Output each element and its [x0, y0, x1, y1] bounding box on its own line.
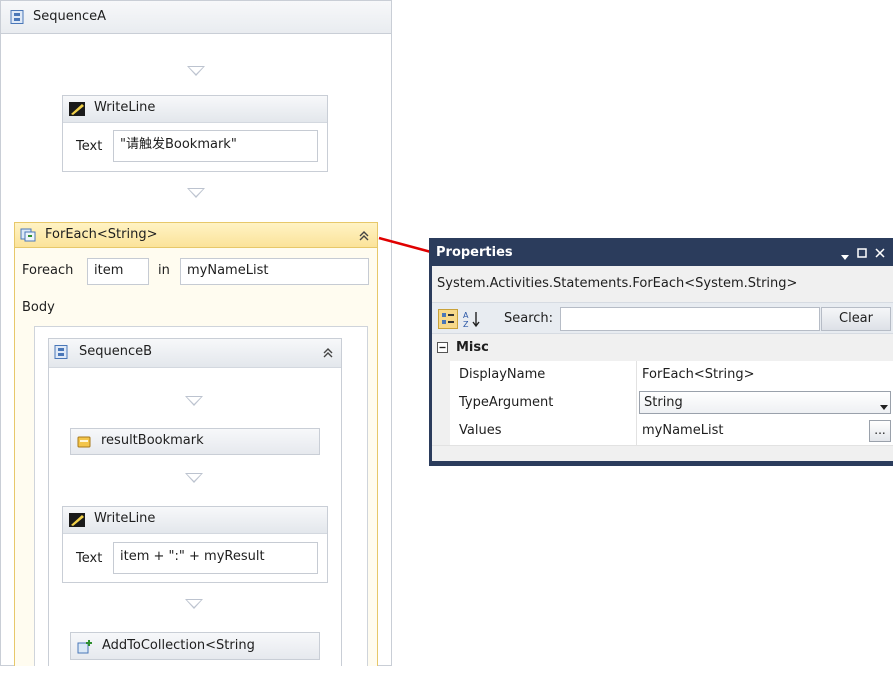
sequence-b-container[interactable]: SequenceB — [48, 338, 342, 666]
property-name: TypeArgument — [459, 395, 554, 410]
type-argument-value: String — [644, 395, 683, 410]
property-name: DisplayName — [459, 367, 546, 382]
maximize-icon[interactable] — [857, 247, 867, 258]
search-input[interactable] — [560, 307, 820, 331]
foreach-values-input[interactable]: myNameList — [180, 258, 369, 285]
property-name: Values — [459, 423, 502, 438]
add-to-collection-icon — [77, 639, 93, 654]
result-bookmark-activity[interactable]: resultBookmark — [70, 428, 320, 455]
dropdown-icon[interactable] — [841, 250, 849, 260]
foreach-in-label: in — [158, 263, 170, 278]
writeline-icon — [69, 102, 85, 116]
categorized-icon[interactable] — [438, 309, 458, 329]
sequence-a-header[interactable]: SequenceA — [0, 0, 392, 34]
collapse-icon[interactable] — [321, 346, 335, 360]
search-label: Search: — [504, 311, 554, 326]
svg-text:Z: Z — [463, 320, 469, 329]
foreach-header[interactable]: ForEach<String> — [14, 222, 378, 248]
type-argument-select[interactable]: String — [639, 391, 891, 414]
writeline-2-title: WriteLine — [94, 511, 156, 526]
properties-type-name: System.Activities.Statements.ForEach<Sys… — [437, 276, 798, 291]
writeline-icon — [69, 513, 85, 527]
result-bookmark-title: resultBookmark — [101, 433, 204, 448]
property-value[interactable]: myNameList — [642, 423, 723, 438]
sequence-icon — [54, 345, 68, 359]
collapse-minus-icon[interactable] — [437, 342, 448, 353]
dropdown-arrow-icon[interactable] — [880, 400, 888, 410]
writeline-1-text-label: Text — [76, 139, 103, 154]
drop-arrow-1[interactable] — [187, 66, 205, 76]
drop-arrow-2[interactable] — [187, 188, 205, 198]
writeline-activity-1[interactable]: WriteLine Text "请触发Bookmark" — [62, 95, 328, 172]
drop-arrow-4[interactable] — [185, 473, 203, 483]
property-row-typeargument[interactable]: TypeArgument String — [432, 389, 893, 418]
sort-alphabetical-icon[interactable]: AZ — [462, 309, 482, 329]
connector-line — [378, 236, 432, 254]
add-to-collection-activity[interactable]: AddToCollection<String — [70, 632, 320, 660]
bookmark-icon — [77, 435, 91, 449]
writeline-2-header[interactable]: WriteLine — [63, 507, 327, 534]
writeline-1-text-input[interactable]: "请触发Bookmark" — [113, 130, 318, 162]
foreach-title: ForEach<String> — [45, 227, 158, 242]
svg-text:A: A — [463, 311, 469, 320]
sequence-a-title: SequenceA — [33, 9, 107, 24]
property-row-displayname[interactable]: DisplayName ForEach<String> — [432, 361, 893, 390]
add-to-collection-title: AddToCollection<String — [102, 638, 255, 653]
ellipsis-button[interactable]: ... — [869, 420, 891, 442]
properties-title: Properties — [436, 245, 513, 260]
writeline-1-header[interactable]: WriteLine — [63, 96, 327, 123]
clear-button[interactable]: Clear — [821, 307, 891, 331]
foreach-body-label: Body — [22, 300, 55, 315]
sequence-b-title: SequenceB — [79, 344, 153, 359]
foreach-item-input[interactable]: item — [87, 258, 149, 285]
writeline-2-text-label: Text — [76, 551, 103, 566]
properties-toolbar: AZ Search: Clear — [432, 302, 893, 334]
misc-category[interactable]: Misc — [432, 335, 893, 361]
sequence-icon — [10, 10, 24, 24]
property-value[interactable]: ForEach<String> — [642, 367, 754, 382]
writeline-activity-2[interactable]: WriteLine Text item + ":" + myResult — [62, 506, 328, 583]
misc-category-label: Misc — [456, 340, 489, 355]
collapse-icon[interactable] — [357, 229, 371, 243]
drop-arrow-3[interactable] — [185, 396, 203, 406]
foreach-icon — [20, 228, 36, 242]
close-icon[interactable] — [875, 247, 885, 258]
foreach-label: Foreach — [22, 263, 74, 278]
drop-arrow-5[interactable] — [185, 599, 203, 609]
writeline-1-title: WriteLine — [94, 100, 156, 115]
property-row-values[interactable]: Values myNameList ... — [432, 417, 893, 446]
sequence-b-header[interactable]: SequenceB — [49, 339, 341, 368]
writeline-2-text-input[interactable]: item + ":" + myResult — [113, 542, 318, 574]
